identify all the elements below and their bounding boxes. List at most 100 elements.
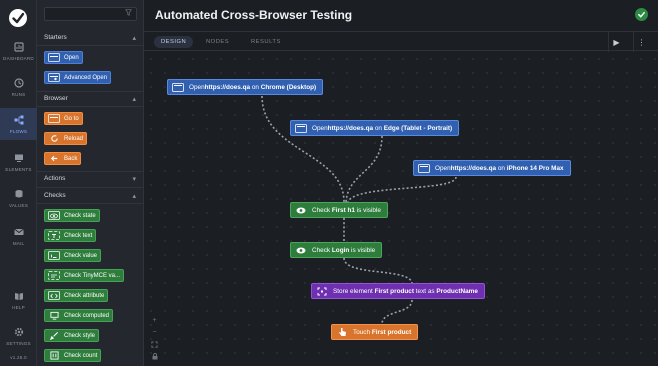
rail-label: FLOWS bbox=[9, 129, 28, 134]
palette-item-check-count[interactable]: Check count bbox=[44, 349, 102, 362]
filter-icon[interactable] bbox=[125, 9, 132, 18]
mail-icon bbox=[13, 226, 24, 237]
rail-label: SETTINGS bbox=[6, 341, 31, 346]
dashboard-icon bbox=[13, 41, 24, 52]
node-open-edge[interactable]: Open https://does.qa on Edge (Tablet - P… bbox=[290, 120, 460, 136]
reload-icon bbox=[48, 134, 60, 143]
rail-label: MAIL bbox=[12, 241, 25, 246]
play-icon[interactable]: ▶ bbox=[608, 32, 624, 52]
palette-item-advanced-open[interactable]: Advanced Open bbox=[44, 71, 112, 84]
chevron-down-icon: ▾ bbox=[132, 175, 136, 183]
node-store-element[interactable]: Store element First product text as Prod… bbox=[311, 283, 485, 299]
arrow-left-icon bbox=[48, 154, 60, 163]
eye-icon bbox=[295, 246, 307, 255]
eye-icon bbox=[295, 206, 307, 215]
rail-item-elements[interactable]: ELEMENTS bbox=[0, 152, 37, 176]
section-header-browser[interactable]: Browser ▴ bbox=[37, 92, 143, 105]
tab-nodes[interactable]: NODES bbox=[199, 36, 236, 48]
elements-icon bbox=[13, 152, 24, 163]
palette-item-check-value[interactable]: Check value bbox=[44, 249, 102, 262]
node-check-login[interactable]: Check Login is visible bbox=[290, 242, 383, 258]
rail-label: RUNS bbox=[11, 92, 26, 97]
palette-item-open[interactable]: Open bbox=[44, 51, 83, 64]
tab-results[interactable]: RESULTS bbox=[244, 36, 288, 48]
divider bbox=[37, 106, 143, 107]
rail-label: VALUES bbox=[9, 203, 28, 208]
advanced-browser-icon bbox=[48, 73, 60, 82]
nav-rail: DASHBOARD RUNS FLOWS ELEMENTS VALUES MAI… bbox=[0, 0, 37, 366]
palette-item-check-state[interactable]: Check state bbox=[44, 209, 100, 222]
rail-item-values[interactable]: VALUES bbox=[0, 188, 37, 212]
palette-item-back[interactable]: Back bbox=[44, 152, 82, 165]
text-select-icon bbox=[48, 231, 60, 240]
focus-frame-icon bbox=[316, 287, 328, 296]
counter-icon bbox=[48, 351, 60, 360]
version-label: v1.26.0 bbox=[10, 355, 27, 360]
flow-editor: Automated Cross-Browser Testing DESIGN N… bbox=[144, 0, 658, 366]
input-icon bbox=[48, 251, 60, 260]
edge-edge-to-check-h1 bbox=[345, 135, 383, 203]
monitor-icon bbox=[48, 311, 60, 320]
edge-store-to-touch bbox=[381, 299, 413, 325]
palette-item-check-text[interactable]: Check text bbox=[44, 229, 97, 242]
palette-item-check-computed[interactable]: Check computed bbox=[44, 309, 114, 322]
node-touch-first-product[interactable]: Touch First product bbox=[331, 324, 419, 340]
divider bbox=[37, 187, 143, 188]
section-header-actions[interactable]: Actions ▾ bbox=[37, 172, 143, 185]
more-vertical-icon[interactable]: ⋮ bbox=[633, 32, 649, 52]
rail-item-runs[interactable]: RUNS bbox=[0, 77, 37, 101]
tab-bar: DESIGN NODES RESULTS ▶ ⋮ bbox=[144, 31, 658, 52]
flows-icon bbox=[13, 114, 24, 125]
palette-search-input[interactable] bbox=[44, 7, 137, 21]
palette-item-check-attribute[interactable]: Check attribute bbox=[44, 289, 109, 302]
settings-icon bbox=[13, 326, 24, 337]
page-title: Automated Cross-Browser Testing bbox=[155, 8, 353, 22]
node-palette: Starters ▴ Open Advanced Open Browser ▴ … bbox=[37, 0, 144, 366]
tab-design[interactable]: DESIGN bbox=[154, 36, 194, 48]
go-to-icon bbox=[48, 114, 60, 123]
divider bbox=[37, 45, 143, 46]
rail-item-settings[interactable]: SETTINGS bbox=[0, 326, 37, 350]
browser-window-icon bbox=[48, 53, 60, 62]
brush-icon bbox=[48, 331, 60, 340]
section-header-checks[interactable]: Checks ▴ bbox=[37, 189, 143, 202]
edge-check-login-to-store bbox=[343, 257, 413, 285]
chevron-up-icon: ▴ bbox=[132, 34, 136, 42]
node-check-first-h1[interactable]: Check First h1 is visible bbox=[290, 202, 388, 218]
palette-item-go-to[interactable]: Go to bbox=[44, 112, 83, 125]
chevron-up-icon: ▴ bbox=[132, 95, 136, 103]
rail-item-flows[interactable]: FLOWS bbox=[0, 108, 37, 140]
edge-layer bbox=[261, 95, 457, 325]
rail-item-dashboard[interactable]: DASHBOARD bbox=[0, 41, 37, 65]
rail-item-mail[interactable]: MAIL bbox=[0, 226, 37, 250]
edge-iphone-to-check-h1 bbox=[347, 176, 457, 203]
values-icon bbox=[13, 188, 24, 199]
edge-chrome-to-check-h1 bbox=[261, 95, 345, 203]
zoom-out-icon[interactable]: − bbox=[150, 328, 159, 337]
palette-item-reload[interactable]: Reload bbox=[44, 132, 88, 145]
rail-item-help[interactable]: HELP bbox=[0, 290, 37, 314]
runs-icon bbox=[13, 77, 24, 88]
palette-item-check-style[interactable]: Check style bbox=[44, 329, 100, 342]
rail-label: ELEMENTS bbox=[5, 167, 32, 172]
check-badge-icon[interactable] bbox=[635, 8, 648, 21]
editor-icon bbox=[48, 271, 60, 280]
lock-icon[interactable] bbox=[150, 352, 159, 361]
rail-label: HELP bbox=[12, 305, 25, 310]
node-open-iphone[interactable]: Open https://does.qa on iPhone 14 Pro Ma… bbox=[413, 160, 571, 176]
section-header-starters[interactable]: Starters ▴ bbox=[37, 31, 143, 44]
help-icon bbox=[13, 290, 24, 301]
doesqa-logo-icon[interactable] bbox=[5, 5, 31, 31]
chevron-up-icon: ▴ bbox=[132, 192, 136, 200]
zoom-in-icon[interactable]: + bbox=[150, 316, 159, 325]
code-icon bbox=[48, 291, 60, 300]
browser-window-icon bbox=[418, 163, 430, 173]
flow-canvas[interactable]: Open https://does.qa on Chrome (Desktop)… bbox=[144, 52, 658, 366]
eye-icon bbox=[48, 211, 60, 220]
node-open-chrome[interactable]: Open https://does.qa on Chrome (Desktop) bbox=[167, 79, 324, 95]
fit-view-icon[interactable] bbox=[150, 340, 159, 349]
palette-item-check-tinymce[interactable]: Check TinyMCE va... bbox=[44, 269, 125, 282]
divider bbox=[37, 203, 143, 204]
browser-window-icon bbox=[295, 123, 307, 133]
touch-hand-icon bbox=[336, 328, 348, 337]
